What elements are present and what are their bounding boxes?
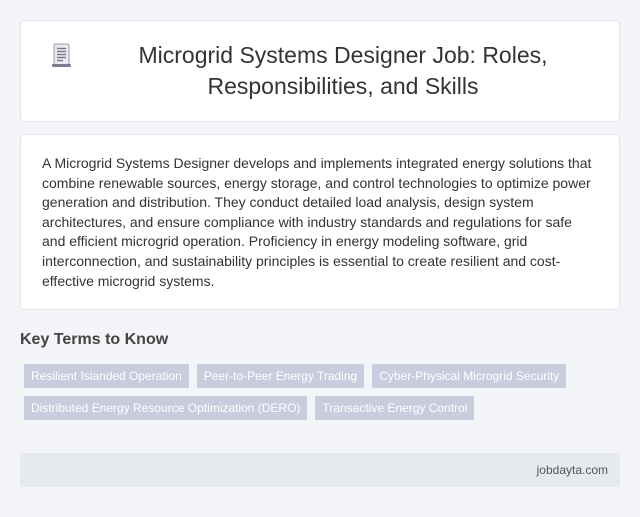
summary-card: A Microgrid Systems Designer develops an… xyxy=(20,134,620,310)
tag-cyber-physical-microgrid-security[interactable]: Cyber-Physical Microgrid Security xyxy=(372,364,567,388)
tag-peer-to-peer-energy-trading[interactable]: Peer-to-Peer Energy Trading xyxy=(196,364,365,388)
document-icon xyxy=(50,42,74,70)
summary-text: A Microgrid Systems Designer develops an… xyxy=(42,155,592,289)
footer-site-link[interactable]: jobdayta.com xyxy=(537,463,608,477)
page-title: Microgrid Systems Designer Job: Roles, R… xyxy=(138,42,548,99)
tag-transactive-energy-control[interactable]: Transactive Energy Control xyxy=(315,396,475,420)
tag-resilient-islanded-operation[interactable]: Resilient Islanded Operation xyxy=(24,364,189,388)
page: Microgrid Systems Designer Job: Roles, R… xyxy=(0,0,640,517)
title-card: Microgrid Systems Designer Job: Roles, R… xyxy=(20,20,620,122)
tag-distributed-energy-resource-optimization[interactable]: Distributed Energy Resource Optimization… xyxy=(24,396,308,420)
key-terms-heading: Key Terms to Know xyxy=(20,331,169,348)
key-terms-tags: Resilient Islanded Operation Peer-to-Pee… xyxy=(24,364,604,420)
footer: jobdayta.com xyxy=(20,453,620,487)
title-row: Microgrid Systems Designer Job: Roles, R… xyxy=(50,40,590,102)
